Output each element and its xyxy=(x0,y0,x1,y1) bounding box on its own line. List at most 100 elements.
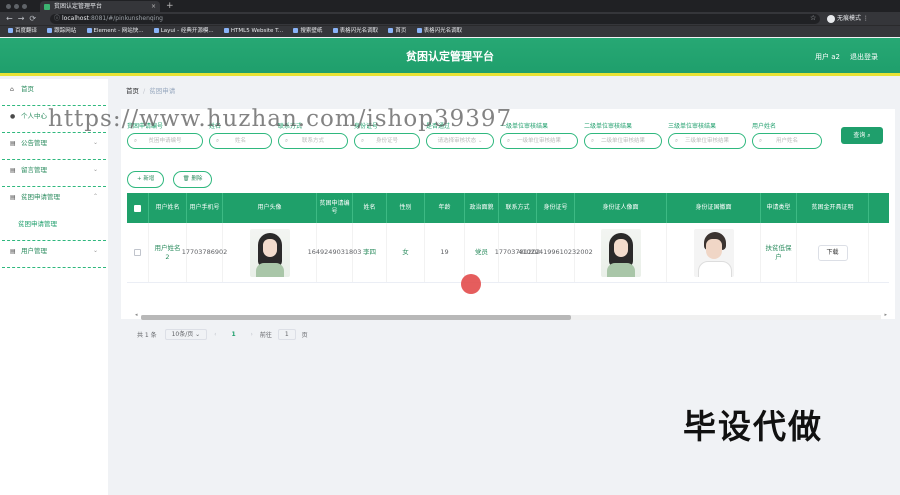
users-icon: ▤ xyxy=(10,248,16,255)
sidebar-subitem-poverty-apply[interactable]: 贫困申请管理 xyxy=(2,214,106,241)
row-checkbox[interactable] xyxy=(134,249,141,256)
sidebar-item-message[interactable]: ▤ 留言管理 ⌄ xyxy=(2,160,106,187)
info-icon[interactable]: ⓘ xyxy=(54,14,60,24)
close-icon[interactable]: × xyxy=(151,1,156,12)
chevron-down-icon: ⌄ xyxy=(92,166,98,173)
sidebar-item-home[interactable]: ⌂ 首页 xyxy=(2,79,106,106)
row-checkbox-cell[interactable] xyxy=(127,223,149,282)
breadcrumb-current: 贫困申请 xyxy=(149,87,176,95)
column-header: 贫困金开具证明 xyxy=(797,193,869,223)
profile-label: 无痕模式 xyxy=(837,15,862,22)
goto-page-input[interactable]: 1 xyxy=(277,329,296,340)
column-header: 姓名 xyxy=(353,193,387,223)
search-button[interactable]: 查询 ⌕ xyxy=(841,127,883,144)
home-icon: ⌂ xyxy=(10,86,14,93)
app-header: 贫困认定管理平台 用户 a2 退出登录 xyxy=(0,38,900,76)
name-input[interactable]: ⌕ 姓名 xyxy=(209,133,272,149)
table-row[interactable]: 用户姓名2 17703786902 1649249031803 李四 女 19 … xyxy=(127,223,889,283)
bookmark-item[interactable]: 搜索壁纸 xyxy=(293,26,322,37)
page-unit: 页 xyxy=(301,332,308,339)
bookmark-star-icon[interactable]: ☆ xyxy=(810,12,816,25)
tab-title: 贫困认定管理平台 xyxy=(54,3,103,10)
cell-id-back xyxy=(667,223,761,282)
column-header: 联系方式 xyxy=(499,193,537,223)
id-front-image[interactable] xyxy=(600,228,641,277)
select-all-checkbox-cell[interactable] xyxy=(127,193,149,223)
current-user: 用户 a2 xyxy=(815,53,840,61)
column-header: 政治面貌 xyxy=(465,193,499,223)
contact-input[interactable]: ⌕ 联系方式 xyxy=(278,133,348,149)
page-size-select[interactable]: 10条/页 ⌄ xyxy=(164,329,208,340)
bookmark-icon xyxy=(153,28,159,33)
window-controls[interactable] xyxy=(6,3,30,11)
chevron-down-icon: ⌄ xyxy=(477,138,483,144)
select-all-checkbox[interactable] xyxy=(134,204,141,212)
data-table: 用户姓名 用户手机号 用户头像 贫困申请编号 姓名 性别 年龄 政治面貌 联系方… xyxy=(127,193,889,291)
column-header: 年龄 xyxy=(425,193,465,223)
cell-avatar xyxy=(223,223,317,282)
bookmark-item[interactable]: 表格闪光名调取 xyxy=(416,26,462,37)
bookmark-icon xyxy=(293,28,299,33)
nav-buttons[interactable]: ←→⟳ xyxy=(6,12,41,25)
search-icon: ⌕ xyxy=(867,132,871,139)
bookmark-item[interactable]: Layui - 经典开源模... xyxy=(153,26,214,37)
bookmark-item[interactable]: 首页 xyxy=(388,26,406,37)
apply-no-input[interactable]: ⌕ 贫困申请编号 xyxy=(127,133,203,149)
scroll-left-icon[interactable]: ◂ xyxy=(135,312,138,318)
status-select[interactable]: 请选择审核状态 ⌄ xyxy=(426,133,494,149)
url-field[interactable]: ⓘ localhost:8081/#/pinkunshenqing xyxy=(50,14,820,24)
sidebar-item-notice[interactable]: ▤ 公告管理 ⌄ xyxy=(2,133,106,160)
bookmark-icon xyxy=(86,28,92,33)
level2-input[interactable]: ⌕ 二级单位审核结果 xyxy=(584,133,662,149)
filter-level2: 二级单位审核结果 ⌕ 二级单位审核结果 xyxy=(584,121,662,149)
browser-tab[interactable]: 贫困认定管理平台 × xyxy=(40,1,160,12)
next-page-icon[interactable]: › xyxy=(251,331,253,338)
breadcrumb-home[interactable]: 首页 xyxy=(126,87,139,95)
chevron-down-icon: ⌄ xyxy=(92,247,98,254)
horizontal-scrollbar[interactable]: ◂ ▸ xyxy=(135,312,887,320)
message-icon: ▤ xyxy=(10,167,16,174)
content-panel: 贫困申请编号 ⌕ 贫困申请编号 姓名 ⌕ 姓名 联系方式 ⌕ 联系方式 身份证号 ⌕ 身… xyxy=(121,109,895,340)
bookmark-icon xyxy=(223,28,229,33)
id-no-input[interactable]: ⌕ 身份证号 xyxy=(354,133,420,149)
delete-button[interactable]: 🗑 删除 xyxy=(172,171,213,188)
search-icon: ⌕ xyxy=(285,138,289,144)
sidebar-item-users[interactable]: ▤ 用户管理 ⌄ xyxy=(2,241,106,268)
cell-certificate: 下载 xyxy=(797,223,869,282)
bookmark-item[interactable]: 跟踪网站 xyxy=(47,26,76,37)
bookmark-icon xyxy=(47,28,53,33)
total-count: 共 1 条 xyxy=(137,332,157,339)
notice-icon: ▤ xyxy=(10,140,16,147)
prev-page-icon[interactable]: ‹ xyxy=(214,331,216,338)
chevron-up-icon: ⌃ xyxy=(92,193,98,200)
cell-apply-type: 扶贫低保户 xyxy=(761,223,797,282)
overlay-stamp-text: 毕设代做 xyxy=(683,407,823,446)
level1-input[interactable]: ⌕ 一级单位审核结果 xyxy=(500,133,578,149)
bookmark-item[interactable]: 百度翻译 xyxy=(8,26,37,37)
search-icon: ⌕ xyxy=(675,138,679,144)
bookmark-icon xyxy=(8,28,13,33)
id-back-image[interactable] xyxy=(693,228,734,277)
sidebar-item-poverty-apply[interactable]: ▤ 贫困申请管理 ⌃ xyxy=(2,187,106,214)
cell-gender: 女 xyxy=(387,223,425,282)
avatar[interactable] xyxy=(249,228,290,277)
bookmark-item[interactable]: HTML5 Website T... xyxy=(223,26,283,37)
logout-link[interactable]: 退出登录 xyxy=(850,38,878,76)
cursor-indicator xyxy=(461,274,481,294)
scroll-right-icon[interactable]: ▸ xyxy=(884,312,887,318)
user-name-input[interactable]: ⌕ 用户姓名 xyxy=(752,133,822,149)
scrollbar-thumb[interactable] xyxy=(141,315,571,320)
add-button[interactable]: + 新增 xyxy=(127,171,165,188)
action-bar: + 新增 🗑 删除 xyxy=(127,171,218,188)
profile-area[interactable]: 无痕模式 ⋮ xyxy=(825,12,869,25)
search-icon: ⌕ xyxy=(134,138,138,144)
cell-name: 李四 xyxy=(353,223,387,282)
bookmark-item[interactable]: Element - 网站快... xyxy=(86,26,144,37)
download-button[interactable]: 下载 xyxy=(817,244,848,261)
current-page[interactable]: 1 xyxy=(231,331,235,338)
chevron-down-icon: ⌄ xyxy=(92,139,98,146)
bookmark-item[interactable]: 表格闪光名调取 xyxy=(332,26,378,37)
level3-input[interactable]: ⌕ 三级单位审核结果 xyxy=(668,133,746,149)
bookmark-icon xyxy=(332,28,338,33)
new-tab-icon[interactable]: + xyxy=(166,0,174,12)
